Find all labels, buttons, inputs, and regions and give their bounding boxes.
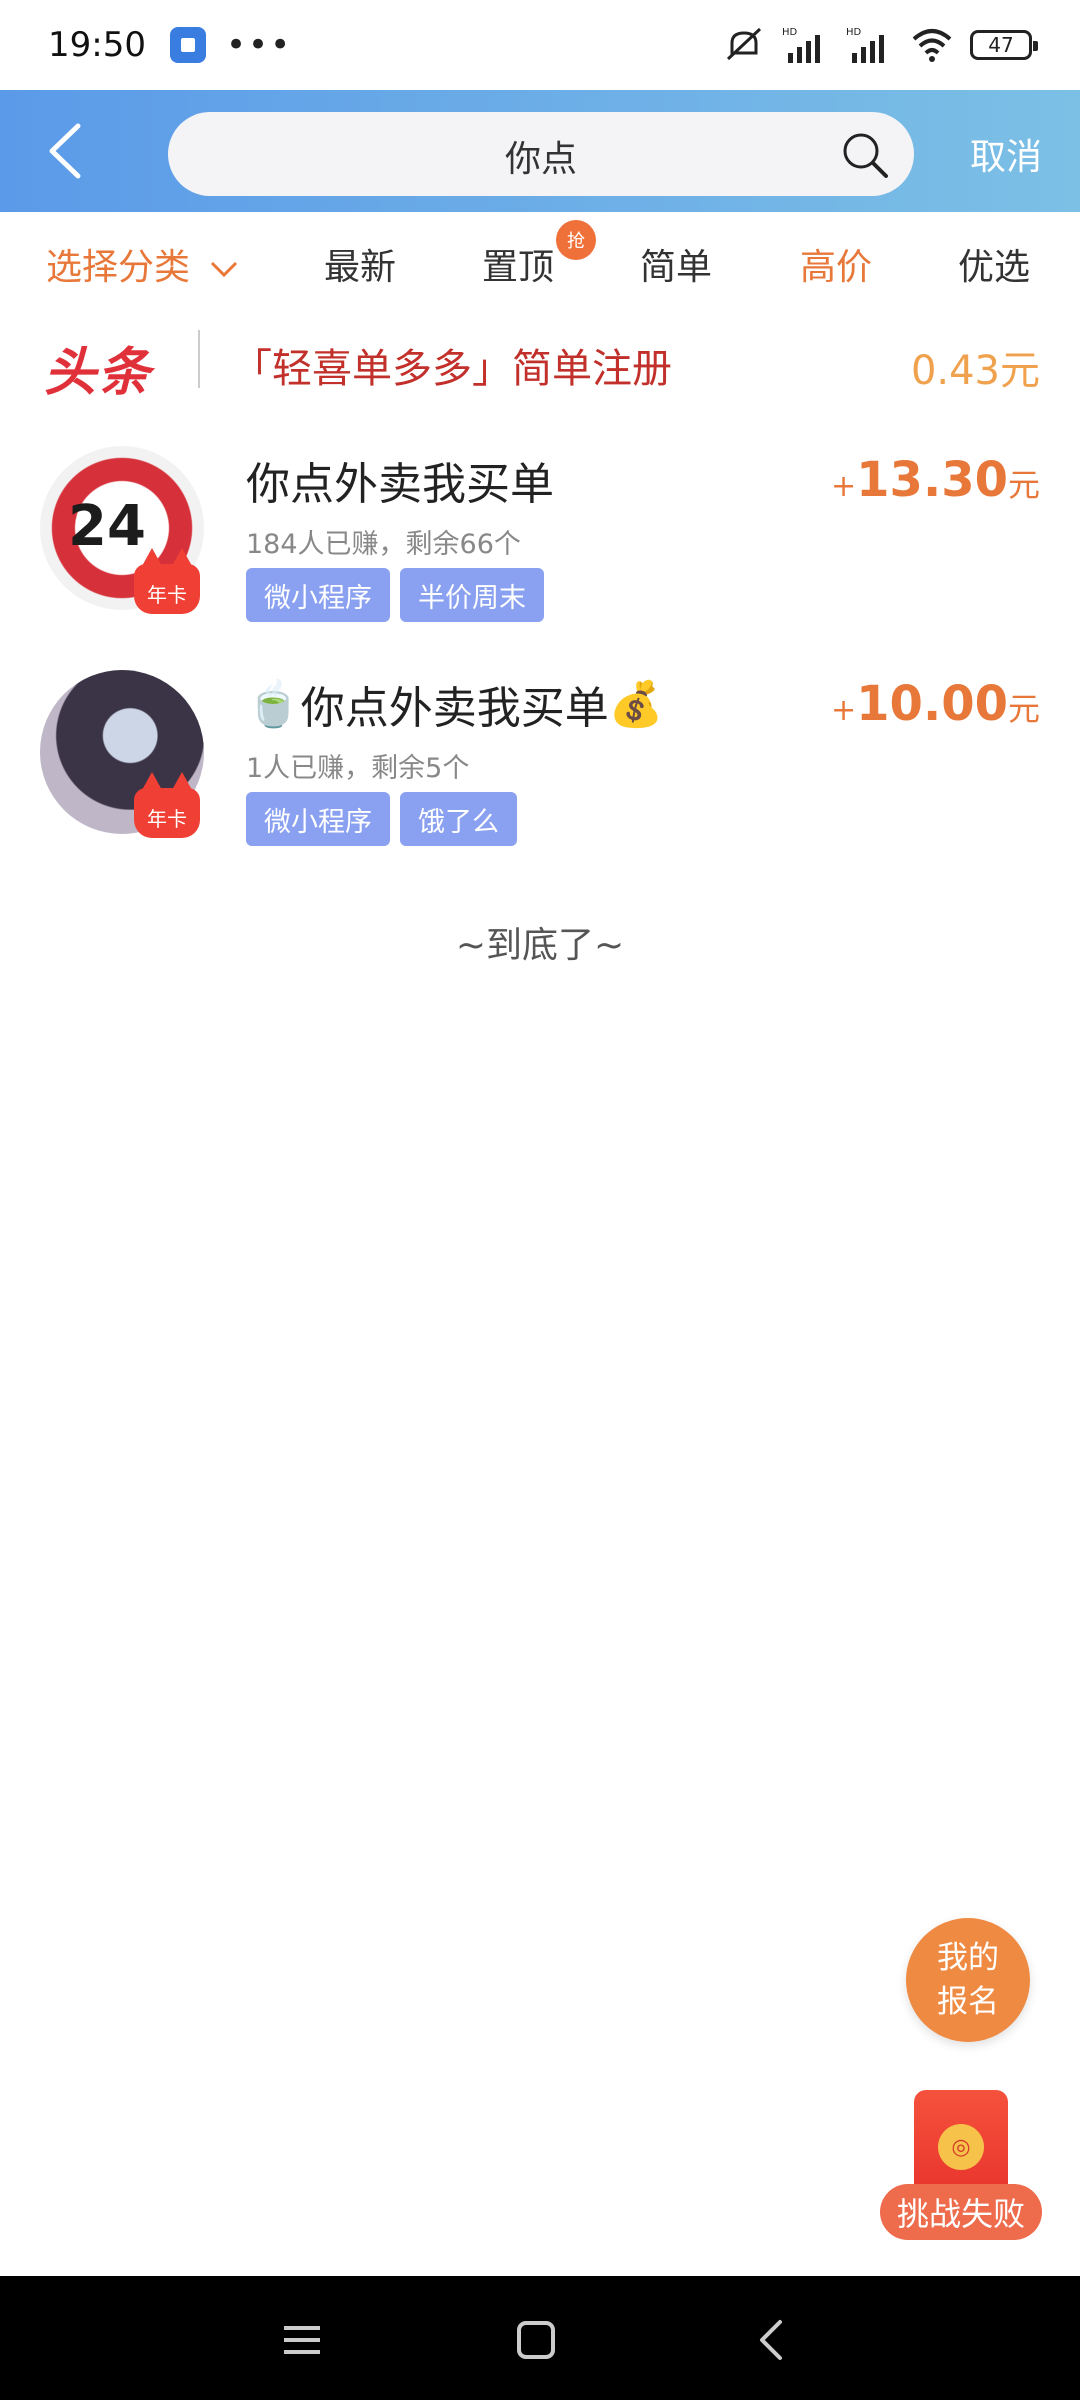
reward-unit: 元 [1007,466,1040,504]
crown-badge: 年卡 [134,772,200,838]
challenge-label: 挑战失败 [880,2184,1042,2240]
task-tags: 微小程序 半价周末 [246,568,544,622]
search-icon[interactable] [838,128,892,182]
tag: 饿了么 [400,792,517,846]
search-header: 你点 取消 [0,90,1080,212]
task-list-item[interactable]: 年卡 🍵 你点外卖我买单 💰 1人已赚，剩余5个 微小程序 饿了么 +10.00… [0,670,1080,880]
tag: 微小程序 [246,792,390,846]
back-arrow-icon[interactable] [36,116,96,186]
task-title: 你点外卖我买单 [246,448,554,512]
reward-unit: 元 [1007,690,1040,728]
task-tags: 微小程序 饿了么 [246,792,517,846]
task-reward: +13.30元 [831,452,1040,508]
headline-banner[interactable]: 头条 「轻喜单多多」简单注册 0.43元 [0,320,1080,410]
category-select[interactable]: 选择分类 [46,238,239,290]
tab-high-price[interactable]: 高价 [800,238,872,290]
tea-icon: 🍵 [246,679,301,730]
search-input[interactable]: 你点 [168,112,914,196]
task-title: 🍵 你点外卖我买单 💰 [246,672,664,736]
reward-plus: + [831,469,857,504]
tab-latest[interactable]: 最新 [324,238,396,290]
status-time: 19:50 [48,25,146,65]
hd-signal-icon: HD [782,27,820,63]
tab-simple[interactable]: 简单 [640,238,712,290]
task-stats: 184人已赚，剩余66个 [246,529,521,560]
task-title-text: 你点外卖我买单 [300,683,609,734]
envelope-seal-icon: ◎ [938,2124,984,2170]
avatar-text: 24 [68,494,146,559]
reward-amount: 10.00 [856,676,1008,732]
headline-text: 「轻喜单多多」简单注册 [232,346,672,392]
crown-badge: 年卡 [134,548,200,614]
status-icons: HD HD 47 [722,25,1038,65]
battery-icon: 47 [970,30,1038,60]
reward-plus: + [831,693,857,728]
wifi-icon [912,29,952,62]
system-nav-bar [0,2276,1080,2400]
task-list-item[interactable]: 24 年卡 你点外卖我买单 184人已赚，剩余66个 微小程序 半价周末 +13… [0,446,1080,656]
headline-logo: 头条 [44,343,153,403]
mute-icon [726,27,762,61]
my-registrations-button[interactable]: 我的 报名 [906,1918,1030,2042]
cancel-button[interactable]: 取消 [970,128,1042,180]
fab-line: 报名 [937,1984,999,2020]
category-select-label: 选择分类 [46,247,191,288]
battery-level: 47 [988,33,1014,57]
headline-price: 0.43元 [910,348,1040,394]
app-notification-icon [169,27,206,63]
hd-signal-icon: HD [846,27,884,63]
task-title-text: 你点外卖我买单 [246,459,554,510]
reward-amount: 13.30 [856,452,1008,508]
challenge-failed-button[interactable]: ◎ 挑战失败 [880,2090,1042,2240]
search-query: 你点 [504,139,577,180]
chevron-down-icon [211,261,238,278]
grab-badge: 抢 [556,220,596,260]
menu-icon[interactable] [280,2318,324,2362]
home-icon[interactable] [514,2318,558,2362]
task-reward: +10.00元 [831,676,1040,732]
end-of-list-text: ~到底了~ [455,925,625,966]
svg-text:HD: HD [846,27,862,38]
tag: 微小程序 [246,568,390,622]
status-bar: 19:50 ••• HD HD 47 [0,0,1080,90]
money-bag-icon: 💰 [608,679,664,730]
tab-pinned[interactable]: 置顶 [482,238,554,290]
svg-text:HD: HD [782,27,798,38]
fab-line: 我的 [937,1940,999,1976]
tag: 半价周末 [400,568,544,622]
more-dots-icon: ••• [225,25,293,65]
back-icon[interactable] [750,2318,794,2362]
filter-tabs: 选择分类 最新 置顶 抢 简单 高价 优选 [0,212,1080,312]
divider [198,330,200,388]
tab-featured[interactable]: 优选 [958,238,1030,290]
task-stats: 1人已赚，剩余5个 [246,753,470,784]
